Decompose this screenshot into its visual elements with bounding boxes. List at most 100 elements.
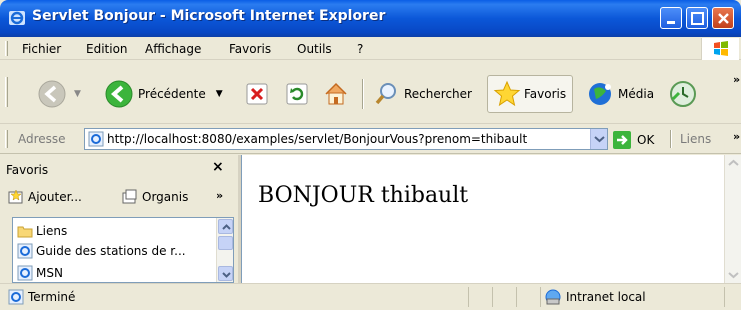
refresh-button[interactable] [284,75,310,113]
minimize-icon [667,21,675,24]
media-icon [589,83,611,105]
links-label[interactable]: Liens [680,132,711,146]
maximize-button[interactable] [686,7,708,29]
standard-toolbar: ▼ Précédente ▼ Rechercher Favoris Média … [0,61,741,124]
stop-icon [246,83,268,105]
favorites-close-button[interactable]: × [212,159,224,175]
chevron-down-icon [594,136,605,143]
history-button[interactable] [668,75,698,113]
toolbar-overflow-chevron-icon[interactable]: » [733,73,740,86]
back-button[interactable]: Précédente ▼ [104,75,223,113]
search-button[interactable]: Rechercher [372,75,472,113]
favorite-item-label: Guide des stations de r... [36,244,186,258]
page-content: BONJOUR thibault [241,155,741,283]
go-button[interactable]: OK [612,130,654,150]
close-button[interactable] [712,7,734,29]
add-favorite-label: Ajouter... [28,190,82,204]
favorites-toolbar-chevron-icon[interactable]: » [216,189,223,202]
back-arrow-icon [105,80,133,108]
search-label: Rechercher [404,87,472,101]
media-button[interactable]: Média [586,75,654,113]
organize-icon [122,189,137,204]
scroll-up-button[interactable] [218,219,233,234]
forward-disabled-back-button[interactable]: ▼ [36,75,81,113]
menu-grip[interactable] [5,41,8,56]
status-divider [724,287,725,307]
menu-edition[interactable]: Edition [86,42,128,56]
address-grip[interactable] [5,130,8,148]
go-arrow-icon [613,131,631,149]
favorites-scrollbar[interactable] [216,218,233,282]
menu-outils[interactable]: Outils [297,42,332,56]
chevron-down-icon[interactable] [728,271,739,279]
favorite-item-label: MSN [36,266,63,280]
media-label: Média [618,87,655,101]
address-bar: Adresse OK Liens » [0,124,741,154]
stop-button[interactable] [244,75,270,113]
web-page-icon [17,243,33,259]
minimize-button[interactable] [660,7,682,29]
security-zone-label: Intranet local [566,290,646,304]
folder-icon [17,226,33,238]
history-icon [670,81,696,107]
close-icon [718,13,729,24]
favorites-pane-title: Favoris [6,163,49,177]
maximize-icon [691,12,704,25]
intranet-zone-icon [545,289,561,305]
status-bar: Terminé Intranet local [0,283,741,310]
chevron-up-icon [222,224,231,230]
status-divider [516,287,517,307]
scroll-thumb[interactable] [218,236,233,250]
home-button[interactable] [322,75,350,113]
toolbar-separator [362,79,364,109]
favorites-label: Favoris [524,87,567,101]
refresh-icon [286,83,308,105]
toolbar-grip[interactable] [5,77,8,107]
address-dropdown-button[interactable] [590,129,607,149]
list-item[interactable]: Guide des stations de r... [17,242,186,260]
web-page-icon [17,265,33,281]
status-divider [540,287,541,307]
list-item[interactable]: Liens [17,222,67,240]
add-favorite-icon [8,189,23,204]
menu-help[interactable]: ? [357,42,363,56]
address-label: Adresse [18,132,66,146]
chevron-down-icon [222,272,231,278]
organize-label: Organis [142,190,189,204]
add-favorite-button[interactable]: Ajouter... [8,189,82,205]
page-icon [88,131,104,147]
scroll-down-button[interactable] [218,266,233,281]
menu-favoris[interactable]: Favoris [229,42,271,56]
favorites-pane: Favoris × Ajouter... Organis » Liens Gui… [0,155,238,283]
windows-logo-icon [701,38,739,60]
links-separator [670,130,672,148]
organize-favorites-button[interactable]: Organis [122,189,188,205]
ie-logo-icon [9,11,25,25]
menu-affichage[interactable]: Affichage [145,42,201,56]
page-done-icon [8,289,24,305]
search-icon [375,83,396,105]
favorites-star-icon [493,80,521,107]
chevron-up-icon[interactable] [728,159,739,167]
home-icon [325,82,347,105]
title-bar[interactable]: Servlet Bonjour - Microsoft Internet Exp… [0,0,741,37]
list-item[interactable]: MSN [17,264,63,282]
address-input[interactable] [107,131,585,147]
menu-bar: Fichier Edition Affichage Favoris Outils… [0,37,741,60]
status-text: Terminé [28,290,76,304]
back-dropdown-icon[interactable]: ▼ [216,89,223,99]
favorites-toolbar: Ajouter... Organis » [0,185,238,211]
favorite-item-label: Liens [36,224,68,238]
go-label: OK [637,133,655,147]
favorites-button[interactable]: Favoris [487,75,574,113]
favorites-list[interactable]: Liens Guide des stations de r... MSN [12,217,234,283]
content-scrollbar[interactable] [724,155,741,283]
status-divider [468,287,469,307]
back-label: Précédente [138,87,206,101]
menu-fichier[interactable]: Fichier [22,42,61,56]
address-field[interactable] [84,128,608,150]
status-divider [492,287,493,307]
back-history-arrow-icon[interactable]: ▼ [74,89,81,99]
links-overflow-chevron-icon[interactable]: » [733,130,740,143]
window-title: Servlet Bonjour - Microsoft Internet Exp… [32,8,386,24]
